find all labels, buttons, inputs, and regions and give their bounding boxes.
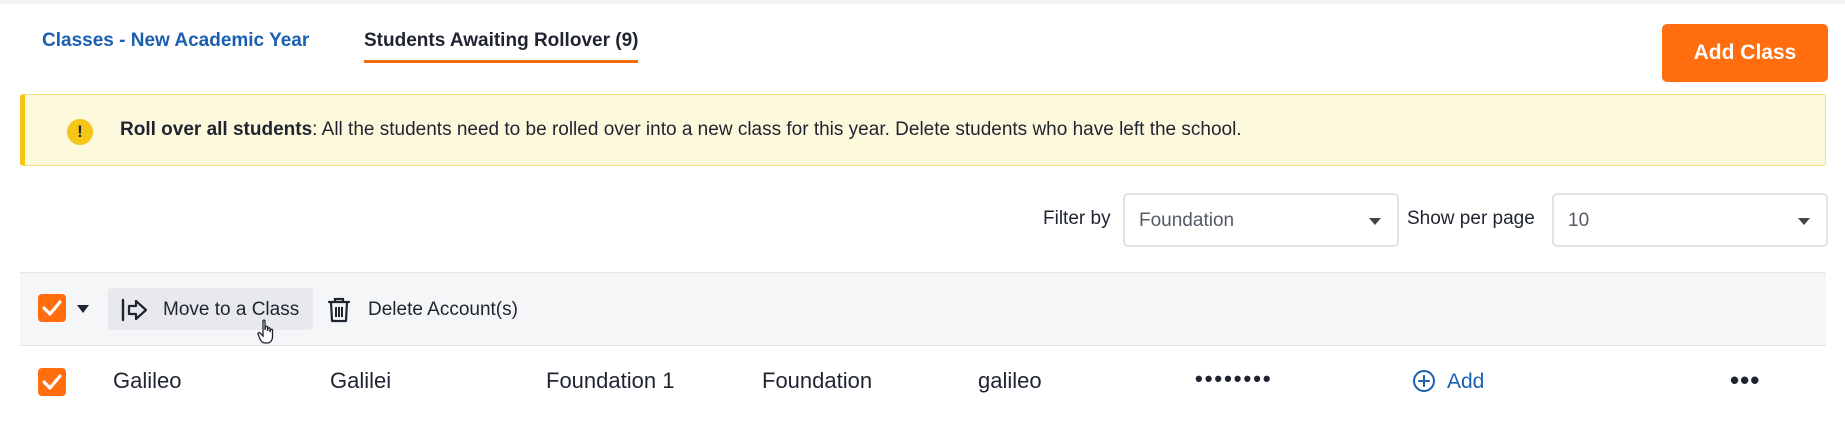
- move-arrow-icon: [121, 298, 148, 322]
- trash-icon: [327, 297, 351, 323]
- table-row: Galileo Galilei Foundation 1 Foundation …: [20, 346, 1826, 416]
- select-all-checkbox[interactable]: [38, 294, 66, 322]
- hand-cursor-icon: [257, 319, 274, 344]
- move-to-class-button[interactable]: Move to a Class: [108, 288, 313, 330]
- last-name-cell: Galilei: [330, 368, 392, 393]
- delete-accounts-label: Delete Account(s): [368, 299, 518, 320]
- year-level-cell: Foundation: [762, 368, 873, 393]
- tab-classes-new-year[interactable]: Classes - New Academic Year: [42, 30, 309, 52]
- top-border: [0, 0, 1845, 4]
- add-link-label: Add: [1447, 370, 1485, 393]
- username-cell: galileo: [978, 368, 1042, 393]
- select-options-caret-icon[interactable]: [77, 305, 89, 313]
- password-cell: ••••••••: [1195, 366, 1273, 391]
- chevron-down-icon: [1369, 218, 1381, 225]
- more-options-icon[interactable]: •••: [1730, 367, 1760, 393]
- tab-students-awaiting-rollover[interactable]: Students Awaiting Rollover (9): [364, 30, 639, 63]
- chevron-down-icon: [1798, 218, 1810, 225]
- row-checkbox[interactable]: [38, 368, 66, 396]
- alert-message: Roll over all students: All the students…: [120, 119, 1242, 141]
- class-cell: Foundation 1: [546, 368, 675, 393]
- per-page-value: 10: [1568, 210, 1590, 231]
- filter-by-select[interactable]: Foundation: [1123, 193, 1399, 247]
- alert-title: Roll over all students: [120, 119, 313, 140]
- check-icon: [42, 300, 62, 316]
- move-to-class-label: Move to a Class: [163, 299, 300, 320]
- alert-body: : All the students need to be rolled ove…: [312, 119, 1242, 140]
- per-page-select[interactable]: 10: [1552, 193, 1828, 247]
- delete-accounts-button[interactable]: Delete Account(s): [326, 288, 541, 330]
- per-page-label: Show per page: [1407, 208, 1535, 229]
- filter-by-value: Foundation: [1139, 210, 1235, 231]
- first-name-cell: Galileo: [113, 368, 182, 393]
- plus-circle-icon: [1413, 370, 1435, 392]
- add-class-button[interactable]: Add Class: [1662, 24, 1828, 82]
- rollover-alert: ! Roll over all students: All the studen…: [20, 94, 1826, 166]
- check-icon: [42, 374, 62, 390]
- bulk-action-toolbar: Move to a Class Delete Account(s): [20, 272, 1826, 346]
- filter-by-label: Filter by: [1043, 208, 1111, 229]
- exclamation-icon: !: [67, 119, 93, 145]
